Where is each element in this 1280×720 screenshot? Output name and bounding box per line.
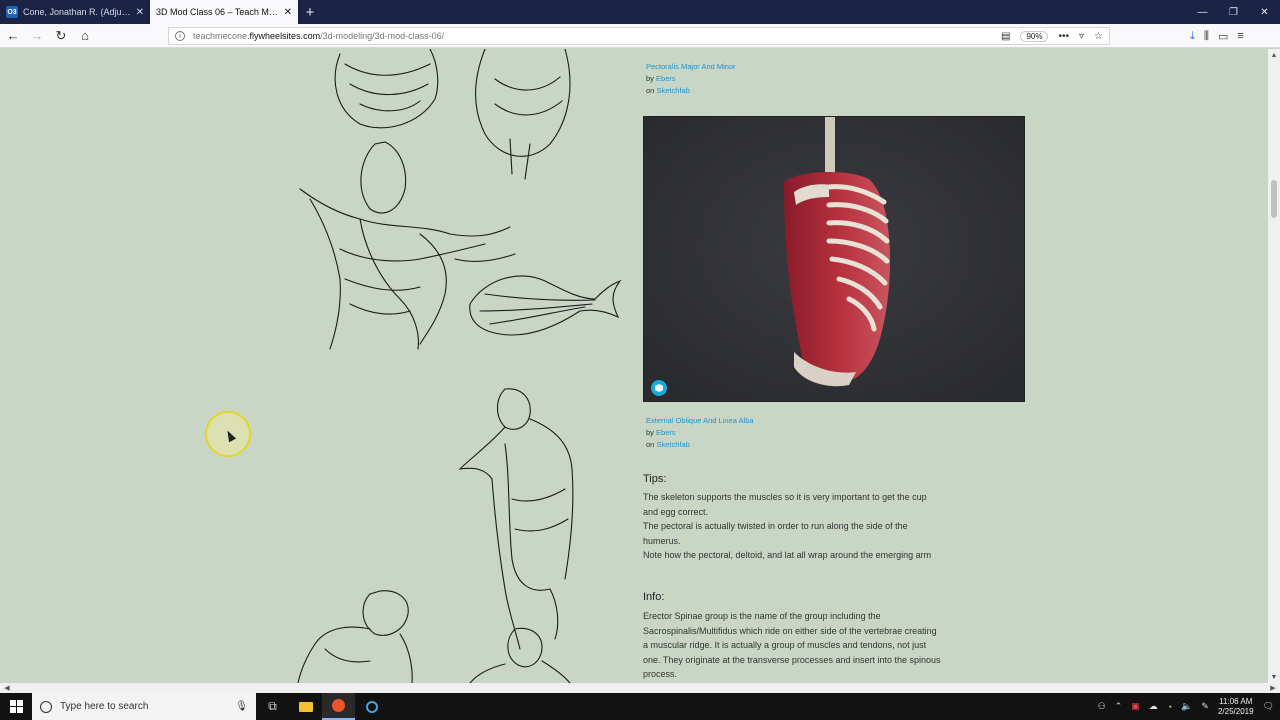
cloud-icon[interactable]: ☁ [1149, 701, 1158, 712]
url-prefix: teachmecone. [193, 31, 250, 41]
zoom-indicator[interactable]: 90% [1020, 30, 1049, 42]
info-line: Erector Spinae group is the name of the … [643, 611, 881, 621]
vertical-scrollbar[interactable]: ▲ ▼ [1268, 49, 1280, 683]
scroll-up-icon[interactable]: ▲ [1268, 49, 1280, 61]
scroll-left-icon[interactable]: ◀ [2, 683, 12, 693]
model-title-link[interactable]: External Oblique And Linea Alba [646, 416, 754, 425]
site-info-icon[interactable]: i [175, 31, 185, 41]
tips-line: and egg correct. [643, 506, 709, 517]
scrollbar-thumb[interactable] [1271, 180, 1277, 218]
close-tab-icon[interactable]: ✕ [136, 7, 144, 18]
sketchfab-model-viewer[interactable] [643, 116, 1025, 402]
tips-line: Note how the pectoral, deltoid, and lat … [643, 550, 932, 560]
by-label: by [646, 74, 654, 83]
bookmark-star-icon[interactable]: ☆ [1094, 31, 1103, 42]
tab-outlook[interactable]: O3 Cone, Jonathan R. (Adjunct) - ✕ [0, 0, 150, 24]
clock-time: 11:06 AM [1219, 696, 1253, 706]
pocket-icon[interactable]: ▿ [1079, 31, 1084, 42]
app-tray-icon[interactable]: ▣ [1131, 701, 1140, 712]
sketchfab-logo-icon[interactable] [651, 380, 667, 396]
show-hidden-icons-icon[interactable]: ⌃ [1115, 701, 1123, 712]
page-actions-icon[interactable]: ••• [1058, 31, 1069, 42]
network-icon[interactable]: ◔ [1167, 702, 1172, 712]
people-icon[interactable]: ⚇ [1098, 701, 1106, 712]
model-credit-external-oblique: External Oblique And Linea Alba by Ebers… [646, 415, 754, 451]
reload-button[interactable]: ↻ [50, 25, 72, 47]
menu-icon[interactable]: ≡ [1237, 30, 1243, 42]
tips-heading: Tips: [643, 473, 667, 485]
window-controls: — ❐ ✕ [1187, 0, 1280, 24]
tab-title: 3D Mod Class 06 – Teach Me Cone [156, 7, 279, 17]
home-button[interactable]: ⌂ [74, 25, 96, 47]
sketchfab-link[interactable]: Sketchfab [656, 86, 689, 95]
tab-strip: O3 Cone, Jonathan R. (Adjunct) - ✕ 3D Mo… [0, 0, 1280, 24]
tips-line: humerus. [643, 535, 681, 546]
windows-taskbar: Type here to search 🎙 ⧉ ⚇ ⌃ ▣ ☁ ◔ 🔈 ✎ 11… [0, 693, 1280, 720]
task-view-icon[interactable]: ⧉ [256, 693, 289, 720]
firefox-icon[interactable] [322, 693, 355, 720]
info-line: Sacrospinalis/Multifidus which ride on e… [643, 625, 937, 636]
outlook-icon: O3 [6, 6, 18, 18]
sidebar-icon[interactable]: ▭ [1218, 30, 1228, 43]
download-icon[interactable]: ⤓ [1190, 30, 1195, 43]
cortana-icon [40, 700, 52, 713]
forward-button[interactable]: → [26, 25, 48, 47]
tips-text: The skeleton supports the muscles so it … [643, 490, 983, 563]
info-line: process. [643, 669, 678, 679]
notifications-icon[interactable]: 🗨 [1263, 701, 1274, 712]
info-heading: Info: [643, 591, 665, 603]
anatomy-sketch-image [297, 49, 622, 683]
tab-3d-mod-class[interactable]: 3D Mod Class 06 – Teach Me Cone ✕ [150, 0, 298, 24]
address-bar[interactable]: i teachmecone. flywheelsites.com/3d-model… [168, 27, 1110, 45]
horizontal-scrollbar[interactable]: ◀ ▶ [0, 683, 1280, 693]
reader-view-icon[interactable]: ▤ [1001, 31, 1010, 42]
model-title-link[interactable]: Pectoralis Major And Minor [646, 62, 736, 71]
model-credit-pectoralis: Pectoralis Major And Minor by Ebers on S… [646, 61, 736, 97]
volume-icon[interactable]: 🔈 [1181, 701, 1192, 712]
by-label: by [646, 428, 654, 437]
sketchfab-link[interactable]: Sketchfab [656, 440, 689, 449]
on-label: on [646, 86, 655, 95]
torso-model-render [644, 117, 1024, 401]
tab-title: Cone, Jonathan R. (Adjunct) - [23, 7, 131, 17]
tips-line: The pectoral is actually twisted in orde… [643, 521, 908, 531]
clock-date: 2/25/2019 [1217, 706, 1254, 716]
microphone-icon[interactable]: 🎙 [235, 701, 248, 712]
start-button[interactable] [0, 693, 32, 720]
scroll-down-icon[interactable]: ▼ [1268, 671, 1280, 683]
recorder-app-icon[interactable] [355, 693, 388, 720]
back-button[interactable]: ← [2, 25, 24, 47]
scroll-right-icon[interactable]: ▶ [1268, 683, 1278, 693]
pen-icon[interactable]: ✎ [1201, 701, 1209, 712]
author-link[interactable]: Ebers [656, 74, 676, 83]
url-host: flywheelsites.com [249, 31, 321, 41]
page-viewport: Pectoralis Major And Minor by Ebers on S… [0, 49, 1268, 683]
restore-button[interactable]: ❐ [1218, 0, 1249, 24]
navigation-toolbar: ← → ↻ ⌂ i teachmecone. flywheelsites.com /… [0, 24, 1280, 48]
tips-line: The skeleton supports the muscles so it … [643, 492, 927, 502]
file-explorer-icon[interactable] [289, 693, 322, 720]
new-tab-button[interactable]: + [298, 0, 322, 24]
close-tab-icon[interactable]: ✕ [284, 7, 292, 18]
toolbar-icons: ⤓ ⫼ ▭ ≡ [1190, 24, 1244, 48]
clock[interactable]: 11:06 AM 2/25/2019 [1218, 697, 1254, 717]
search-placeholder: Type here to search [60, 701, 149, 712]
info-text: Erector Spinae group is the name of the … [643, 609, 983, 682]
on-label: on [646, 440, 655, 449]
library-icon[interactable]: ⫼ [1204, 30, 1209, 43]
system-tray: ⚇ ⌃ ▣ ☁ ◔ 🔈 ✎ 11:06 AM 2/25/2019 🗨 [1098, 697, 1280, 717]
close-window-button[interactable]: ✕ [1249, 0, 1280, 24]
url-path: /3d-modeling/3d-mod-class-06/ [320, 31, 445, 41]
author-link[interactable]: Ebers [656, 428, 676, 437]
taskbar-search-box[interactable]: Type here to search 🎙 [32, 693, 256, 720]
windows-logo-icon [9, 700, 23, 713]
minimize-button[interactable]: — [1187, 0, 1218, 24]
info-line: one. They originate at the transverse pr… [643, 654, 941, 665]
info-line: a muscular ridge. It is actually a group… [643, 640, 927, 650]
